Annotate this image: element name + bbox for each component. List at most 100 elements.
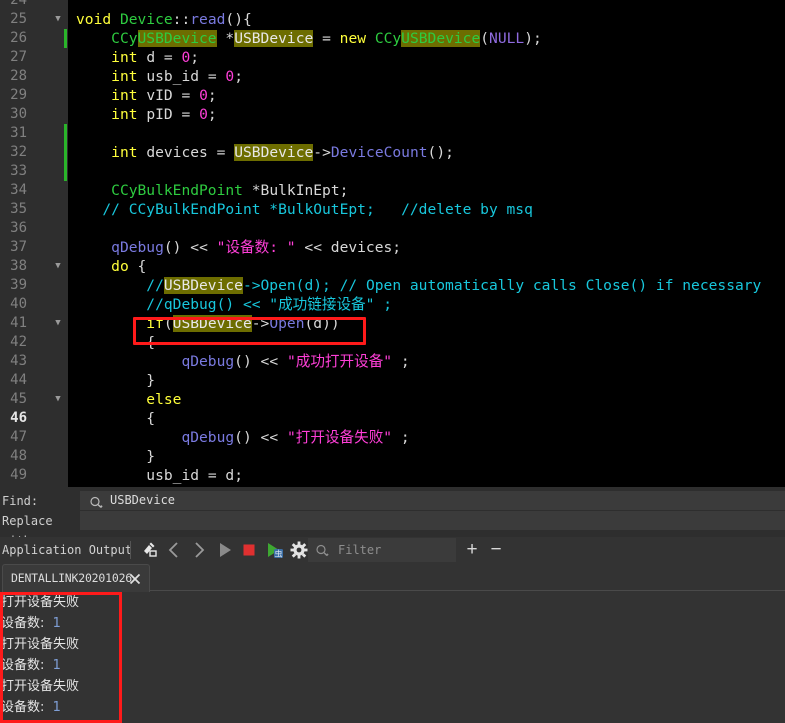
output-line: 设备数: 1: [1, 655, 61, 676]
line-number-44[interactable]: 44: [0, 371, 27, 390]
line-number-42[interactable]: 42: [0, 333, 27, 352]
change-marker-26: [64, 29, 67, 48]
output-line-text: 打开设备失败: [1, 679, 80, 694]
output-text-area[interactable]: 打开设备失败设备数: 1打开设备失败设备数: 1打开设备失败设备数: 1成功打开…: [0, 592, 785, 723]
line-number-26[interactable]: 26: [0, 29, 27, 48]
code-line-35[interactable]: // CCyBulkEndPoint *BulkOutEpt; //delete…: [76, 200, 533, 219]
line-number-28[interactable]: 28: [0, 67, 27, 86]
code-line-30[interactable]: int pID = 0;: [76, 105, 217, 124]
code-editor[interactable]: 24 25 ▼ 26 27 28 29 30 31 32 33 34 35 36 37 38 ▼ 39 40 41 ▼ 4…: [0, 0, 785, 487]
fold-toggle-icon-38[interactable]: ▼: [52, 257, 64, 276]
svg-text:虫: 虫: [275, 549, 283, 559]
output-line: 成功打开设备: [1, 718, 79, 723]
line-number-49[interactable]: 49: [0, 466, 27, 485]
zoom-out-button[interactable]: −: [486, 537, 506, 563]
output-line: 设备数: 1: [1, 613, 61, 634]
code-line-44[interactable]: }: [76, 371, 155, 390]
filter-placeholder: Filter: [338, 543, 382, 557]
line-number-45[interactable]: 45: [0, 390, 27, 409]
code-line-49[interactable]: usb_id = d;: [76, 466, 243, 485]
line-number-31[interactable]: 31: [0, 124, 27, 143]
output-line: 设备数: 1: [1, 697, 61, 718]
line-number-48[interactable]: 48: [0, 447, 27, 466]
find-input[interactable]: USBDevice: [80, 491, 785, 511]
output-tab-strip: DENTALLINK20201026: [0, 563, 785, 592]
change-marker-31: [64, 124, 67, 143]
code-line-32[interactable]: int devices = USBDevice->DeviceCount();: [76, 143, 454, 162]
debug-button[interactable]: 虫: [261, 537, 287, 563]
code-line-25[interactable]: void Device::read(){: [76, 10, 252, 29]
line-number-24[interactable]: 24: [0, 0, 27, 10]
output-line: 打开设备失败: [1, 676, 79, 697]
code-line-47[interactable]: qDebug() << "打开设备失败" ;: [76, 428, 409, 447]
code-line-29[interactable]: int vID = 0;: [76, 86, 217, 105]
output-line-text: 设备数:: [1, 700, 53, 715]
find-row: Find: USBDevice: [0, 491, 785, 511]
line-number-38[interactable]: 38: [0, 257, 27, 276]
filter-search-icon: [315, 543, 330, 562]
output-line-value: 1: [52, 616, 61, 631]
line-number-36[interactable]: 36: [0, 219, 27, 238]
prev-item-button[interactable]: [161, 537, 187, 563]
output-line-value: 1: [52, 658, 61, 673]
replace-input[interactable]: [80, 511, 785, 531]
code-line-48[interactable]: }: [76, 447, 155, 466]
replace-row: Replace with:: [0, 511, 785, 548]
zoom-in-button[interactable]: +: [462, 537, 482, 563]
line-number-27[interactable]: 27: [0, 48, 27, 67]
filter-input[interactable]: Filter: [308, 538, 456, 562]
line-number-43[interactable]: 43: [0, 352, 27, 371]
close-icon[interactable]: [128, 571, 142, 590]
change-marker-33: [64, 162, 67, 181]
line-number-37[interactable]: 37: [0, 238, 27, 257]
code-line-37[interactable]: qDebug() << "设备数: " << devices;: [76, 238, 401, 257]
run-button[interactable]: [211, 537, 237, 563]
output-line-value: 1: [52, 700, 61, 715]
line-number-41[interactable]: 41: [0, 314, 27, 333]
code-line-39[interactable]: //USBDevice->Open(d); // Open automatica…: [76, 276, 761, 295]
code-line-34[interactable]: CCyBulkEndPoint *BulkInEpt;: [76, 181, 348, 200]
line-number-47[interactable]: 47: [0, 428, 27, 447]
application-output-pane: DENTALLINK20201026 打开设备失败 设备数: 1 打开设备失败 设备数…: [0, 563, 785, 723]
code-line-45[interactable]: else: [76, 390, 181, 409]
code-line-38[interactable]: do {: [76, 257, 146, 276]
line-number-29[interactable]: 29: [0, 86, 27, 105]
output-line-text: 打开设备失败: [1, 637, 80, 652]
line-number-39[interactable]: 39: [0, 276, 27, 295]
output-tab-dentallink[interactable]: DENTALLINK20201026: [2, 564, 150, 592]
line-number-34[interactable]: 34: [0, 181, 27, 200]
toolbar-separator: [130, 541, 131, 559]
line-number-25[interactable]: 25: [0, 10, 27, 29]
code-line-27[interactable]: int d = 0;: [76, 48, 199, 67]
code-line-28[interactable]: int usb_id = 0;: [76, 67, 243, 86]
line-number-33[interactable]: 33: [0, 162, 27, 181]
output-line-text: 设备数:: [1, 616, 53, 631]
code-line-42[interactable]: {: [76, 333, 155, 352]
fold-toggle-icon-41[interactable]: ▼: [52, 314, 64, 333]
change-marker-32: [64, 143, 67, 162]
code-line-26[interactable]: CCyUSBDevice *USBDevice = new CCyUSBDevi…: [76, 29, 542, 48]
code-line-41[interactable]: if(USBDevice->Open(d)): [76, 314, 340, 333]
code-text-area[interactable]: void Device::read(){ CCyUSBDevice *USBDe…: [68, 0, 785, 487]
find-replace-bar: Find: USBDevice Replace with:: [0, 491, 785, 548]
output-line: 打开设备失败: [1, 592, 79, 613]
line-number-gutter[interactable]: 24 25 ▼ 26 27 28 29 30 31 32 33 34 35 36 37 38 ▼ 39 40 41 ▼ 4…: [0, 0, 68, 487]
output-line: 打开设备失败: [1, 634, 79, 655]
line-number-32[interactable]: 32: [0, 143, 27, 162]
line-number-46[interactable]: 46: [0, 409, 27, 428]
clear-output-button[interactable]: [136, 537, 162, 563]
code-line-46[interactable]: {: [76, 409, 155, 428]
output-line-text: 打开设备失败: [1, 595, 80, 610]
line-number-35[interactable]: 35: [0, 200, 27, 219]
code-line-43[interactable]: qDebug() << "成功打开设备" ;: [76, 352, 409, 371]
output-line-text: 设备数:: [1, 658, 53, 673]
fold-toggle-icon-25[interactable]: ▼: [52, 10, 64, 29]
application-output-title: Application Output: [2, 543, 133, 557]
line-number-30[interactable]: 30: [0, 105, 27, 124]
code-line-40[interactable]: //qDebug() << "成功链接设备" ;: [76, 295, 392, 314]
stop-button[interactable]: [236, 537, 262, 563]
line-number-40[interactable]: 40: [0, 295, 27, 314]
fold-toggle-icon-45[interactable]: ▼: [52, 390, 64, 409]
next-item-button[interactable]: [186, 537, 212, 563]
find-input-value: USBDevice: [110, 493, 176, 507]
